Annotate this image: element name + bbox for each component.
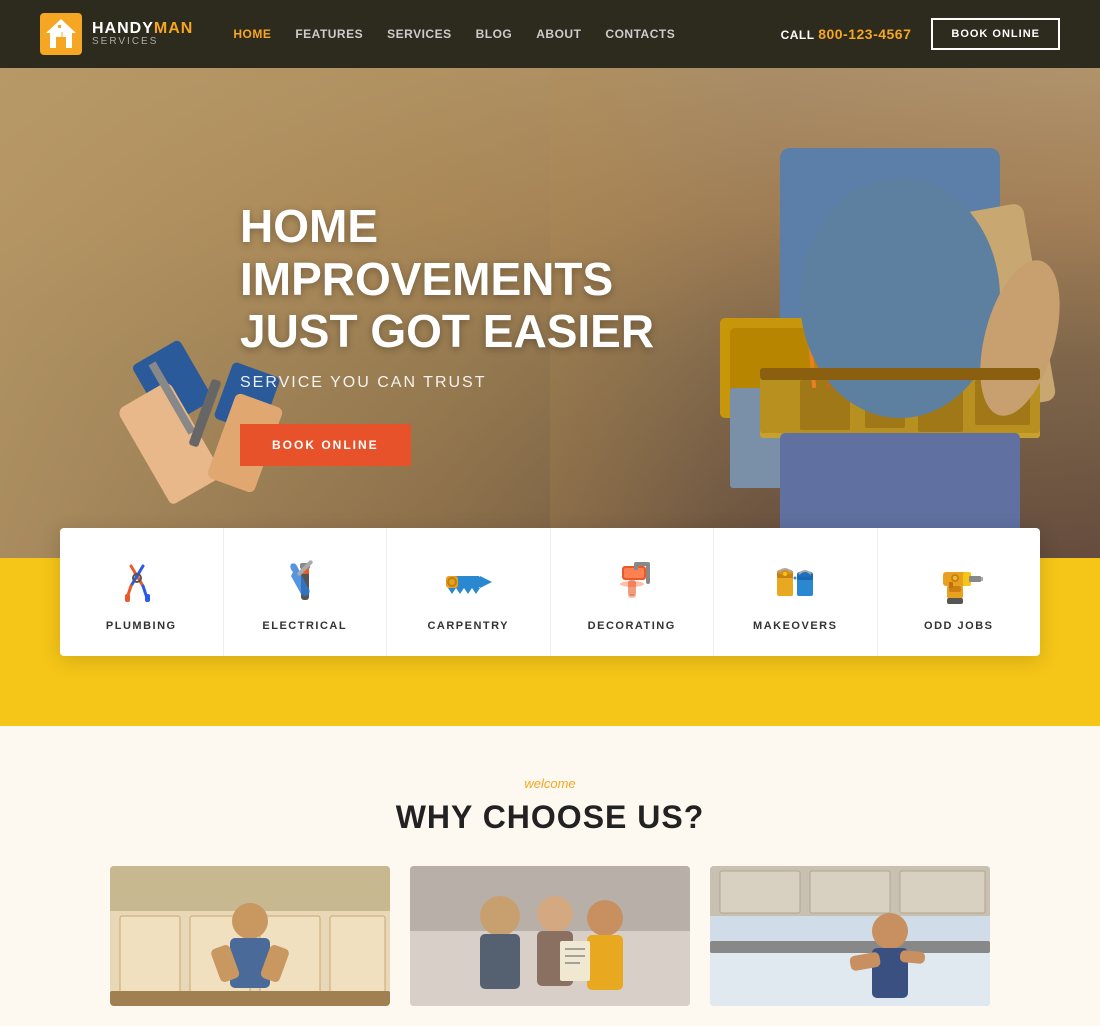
nav-right: CALL 800-123-4567 BOOK ONLINE	[781, 18, 1060, 50]
electrical-label: ELECTRICAL	[262, 620, 347, 632]
hero-title: HOME IMPROVEMENTS JUST GOT EASIER	[240, 200, 760, 359]
makeovers-icon	[769, 556, 821, 608]
why-card-1	[110, 866, 390, 1006]
plumbing-label: PLUMBING	[106, 620, 177, 632]
why-card-2	[410, 866, 690, 1006]
why-welcome: welcome	[60, 776, 1040, 791]
service-plumbing[interactable]: PLUMBING	[60, 528, 224, 656]
plumbing-icon	[115, 556, 167, 608]
service-electrical[interactable]: ELECTRICAL	[224, 528, 388, 656]
services-strip-outer: PLUMBING ELECTRICAL	[0, 558, 1100, 726]
service-carpentry[interactable]: CARPENTRY	[387, 528, 551, 656]
logo-services: SERVICES	[92, 37, 193, 47]
carpentry-label: CARPENTRY	[427, 620, 509, 632]
navbar: HANDYMAN SERVICES HOME FEATURES SERVICES…	[0, 0, 1100, 68]
nav-features[interactable]: FEATURES	[295, 27, 363, 41]
service-makeovers[interactable]: MAKEOVERS	[714, 528, 878, 656]
decorating-label: DECORATING	[588, 620, 676, 632]
hero-section: HOME IMPROVEMENTS JUST GOT EASIER SERVIC…	[0, 68, 1100, 558]
why-card-3	[710, 866, 990, 1006]
electrical-icon	[279, 556, 331, 608]
why-section: welcome WHY CHOOSE US?	[0, 726, 1100, 1026]
decorating-icon	[606, 556, 658, 608]
call-label: CALL 800-123-4567	[781, 26, 912, 42]
odd-jobs-label: ODD JOBS	[924, 620, 993, 632]
book-online-nav-button[interactable]: BOOK ONLINE	[931, 18, 1060, 50]
card-3-image	[710, 866, 990, 1006]
nav-home[interactable]: HOME	[233, 27, 271, 41]
nav-about[interactable]: ABOUT	[536, 27, 581, 41]
logo-text: HANDYMAN SERVICES	[92, 21, 193, 47]
phone-number: 800-123-4567	[818, 26, 911, 42]
nav-contacts[interactable]: CONTACTS	[605, 27, 675, 41]
nav-blog[interactable]: BLOG	[476, 27, 513, 41]
odd-jobs-icon	[933, 556, 985, 608]
nav-links: HOME FEATURES SERVICES BLOG ABOUT CONTAC…	[233, 27, 780, 41]
why-cards	[60, 866, 1040, 1006]
service-decorating[interactable]: DECORATING	[551, 528, 715, 656]
nav-services[interactable]: SERVICES	[387, 27, 451, 41]
services-strip: PLUMBING ELECTRICAL	[60, 528, 1040, 656]
card-1-image	[110, 866, 390, 1006]
logo[interactable]: HANDYMAN SERVICES	[40, 13, 193, 55]
house-icon	[40, 13, 82, 55]
service-odd-jobs[interactable]: ODD JOBS	[878, 528, 1041, 656]
carpentry-icon	[442, 556, 494, 608]
logo-handy: HANDY	[92, 20, 154, 37]
hero-content: HOME IMPROVEMENTS JUST GOT EASIER SERVIC…	[0, 160, 760, 467]
hero-subtitle: SERVICE YOU CAN TRUST	[240, 374, 760, 392]
worker-silhouette	[700, 138, 1100, 558]
why-title: WHY CHOOSE US?	[60, 799, 1040, 836]
book-online-hero-button[interactable]: BOOK ONLINE	[240, 424, 411, 466]
card-2-image	[410, 866, 690, 1006]
logo-man: MAN	[154, 20, 193, 37]
makeovers-label: MAKEOVERS	[753, 620, 837, 632]
